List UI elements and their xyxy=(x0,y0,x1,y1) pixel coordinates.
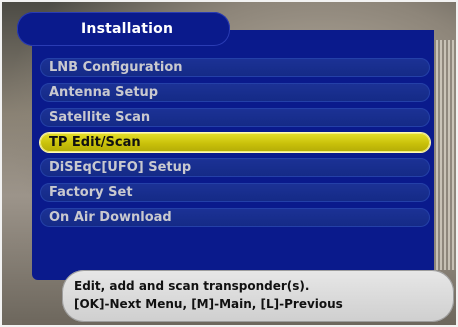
screen-frame xyxy=(0,0,458,327)
